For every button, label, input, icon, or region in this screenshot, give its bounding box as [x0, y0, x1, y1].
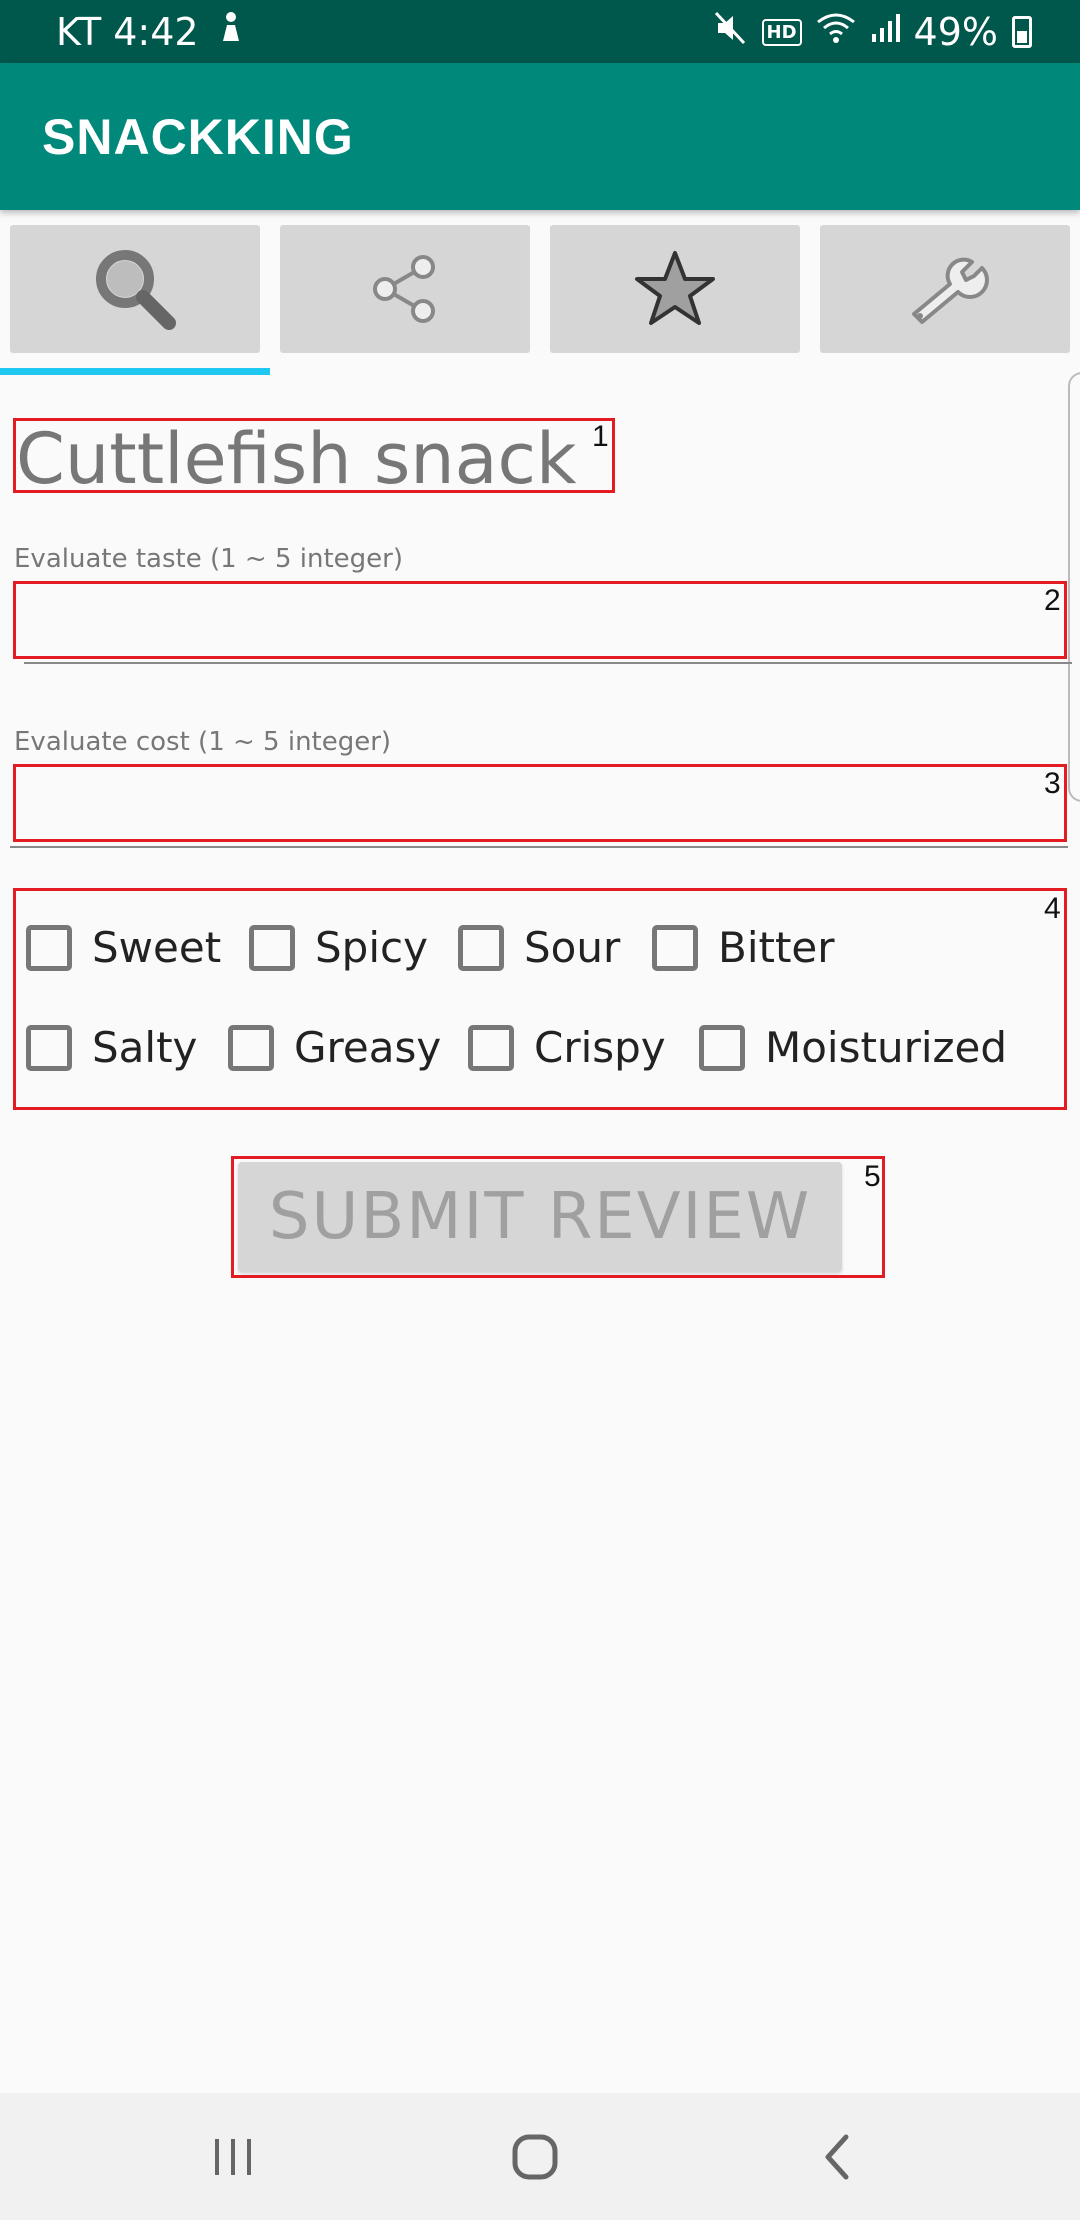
- checkbox-box[interactable]: [26, 924, 72, 971]
- checkbox-box[interactable]: [468, 1024, 514, 1071]
- navigation-bar: [0, 2093, 1080, 2220]
- checkbox-sour[interactable]: Sour: [458, 923, 620, 972]
- submit-review-button[interactable]: SUBMIT REVIEW: [238, 1162, 842, 1272]
- flavor-checkboxes: Sweet Spicy Sour Bitter Salty Greasy Cri…: [14, 888, 1066, 1110]
- hd-voice-icon: HD: [761, 18, 802, 46]
- wrench-icon: [900, 244, 990, 334]
- battery-icon: [1012, 16, 1032, 48]
- checkbox-label: Salty: [92, 1023, 198, 1072]
- checkbox-label: Bitter: [718, 923, 835, 972]
- home-icon: [511, 2133, 559, 2185]
- app-bar: SNACKKING: [0, 63, 1080, 210]
- checkbox-label: Crispy: [534, 1023, 666, 1072]
- app-title: SNACKKING: [42, 109, 354, 165]
- annotation-number-4: 4: [1044, 892, 1061, 925]
- back-button[interactable]: [808, 2129, 868, 2189]
- recent-apps-icon: [211, 2135, 255, 2183]
- taste-underline: [24, 662, 1072, 664]
- search-icon: [85, 239, 185, 339]
- checkbox-box[interactable]: [249, 924, 295, 971]
- mute-icon: [714, 11, 748, 53]
- status-time: KT 4:42: [56, 10, 199, 54]
- tab-share[interactable]: [280, 225, 530, 353]
- tab-favorites[interactable]: [550, 225, 800, 353]
- checkbox-label: Greasy: [294, 1023, 442, 1072]
- notification-figure-icon: [217, 11, 245, 53]
- checkbox-greasy[interactable]: Greasy: [228, 1023, 441, 1072]
- wifi-icon: [816, 12, 856, 52]
- signal-icon: [870, 12, 900, 52]
- scroll-edge: [1068, 372, 1080, 802]
- checkbox-sweet[interactable]: Sweet: [26, 923, 221, 972]
- checkbox-moisturized[interactable]: Moisturized: [699, 1023, 1007, 1072]
- checkbox-label: Sweet: [92, 923, 222, 972]
- checkbox-box[interactable]: [652, 924, 698, 971]
- cost-input[interactable]: [14, 765, 1066, 841]
- checkbox-box[interactable]: [458, 924, 504, 971]
- taste-label: Evaluate taste (1 ~ 5 integer): [14, 544, 403, 574]
- checkbox-box[interactable]: [228, 1024, 274, 1071]
- tab-settings[interactable]: [820, 225, 1070, 353]
- tab-bar: [0, 210, 1080, 376]
- annotation-number-5: 5: [864, 1160, 881, 1193]
- checkbox-crispy[interactable]: Crispy: [468, 1023, 666, 1072]
- taste-input[interactable]: [14, 582, 1066, 658]
- checkbox-spicy[interactable]: Spicy: [249, 923, 428, 972]
- checkbox-box[interactable]: [699, 1024, 745, 1071]
- checkbox-salty[interactable]: Salty: [26, 1023, 197, 1072]
- checkbox-label: Moisturized: [765, 1023, 1008, 1072]
- cost-label: Evaluate cost (1 ~ 5 integer): [14, 727, 392, 757]
- annotation-number-2: 2: [1044, 584, 1061, 617]
- star-icon: [633, 247, 717, 331]
- checkbox-label: Spicy: [315, 923, 428, 972]
- cost-underline: [10, 846, 1068, 848]
- status-bar: KT 4:42 HD 49%: [0, 0, 1080, 63]
- tab-indicator: [0, 368, 270, 375]
- checkbox-box[interactable]: [26, 1024, 72, 1071]
- battery-percent: 49%: [913, 10, 998, 54]
- checkbox-bitter[interactable]: Bitter: [652, 923, 835, 972]
- recent-apps-button[interactable]: [203, 2129, 263, 2189]
- home-button[interactable]: [505, 2129, 565, 2189]
- annotation-number-3: 3: [1044, 767, 1061, 800]
- share-icon: [365, 249, 445, 329]
- tab-search[interactable]: [10, 225, 260, 353]
- checkbox-label: Sour: [524, 923, 621, 972]
- back-icon: [818, 2133, 858, 2185]
- annotation-number-1: 1: [592, 420, 609, 453]
- snack-title: Cuttlefish snack: [16, 418, 577, 500]
